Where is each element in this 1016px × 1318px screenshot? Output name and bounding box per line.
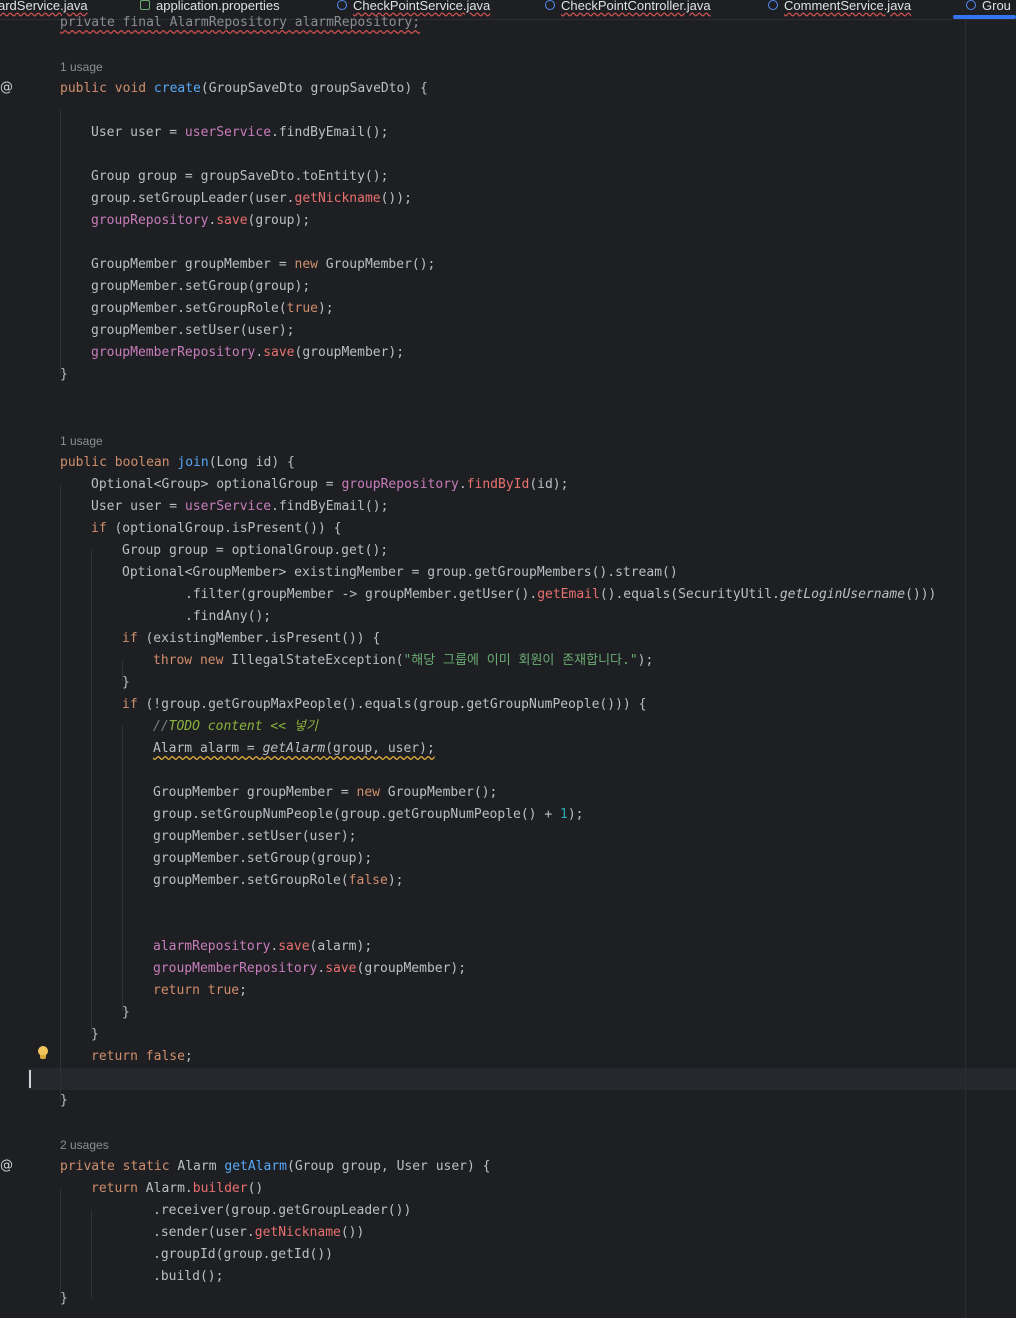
code-line: Group group = groupSaveDto.toEntity(); bbox=[91, 169, 389, 184]
tab-label: Grou bbox=[982, 0, 1011, 13]
usage-hint-join[interactable]: 1 usage bbox=[60, 432, 103, 450]
code-line: } bbox=[60, 1093, 68, 1108]
code-line: User user = userService.findByEmail(); bbox=[91, 499, 389, 514]
code-line: groupMember.setGroup(group); bbox=[153, 851, 373, 866]
tab-comment-service[interactable]: CommentService.java bbox=[768, 0, 911, 16]
code-line: if (!group.getGroupMaxPeople().equals(gr… bbox=[122, 697, 647, 712]
code-line: groupMemberRepository.save(groupMember); bbox=[153, 961, 467, 976]
code-line: Optional<Group> optionalGroup = groupRep… bbox=[91, 477, 569, 492]
code-line: if (existingMember.isPresent()) { bbox=[122, 631, 381, 646]
get-alarm-signature: private static Alarm getAlarm(Group grou… bbox=[60, 1159, 491, 1174]
code-line: groupMember.setUser(user); bbox=[91, 323, 295, 338]
code-line: .build(); bbox=[153, 1269, 224, 1284]
code-line: .findAny(); bbox=[185, 609, 272, 624]
code-line: .groupId(group.getId()) bbox=[153, 1247, 334, 1262]
code-line: groupMember.setUser(user); bbox=[153, 829, 357, 844]
code-line: GroupMember groupMember = new GroupMembe… bbox=[91, 257, 436, 272]
java-class-icon bbox=[768, 0, 778, 10]
code-line: } bbox=[122, 675, 130, 690]
code-line: groupMemberRepository.save(groupMember); bbox=[91, 345, 405, 360]
code-line: } bbox=[91, 1027, 99, 1042]
tab-label: ardService.java bbox=[0, 0, 88, 13]
indent-guide bbox=[91, 550, 92, 1034]
code-line: return true; bbox=[153, 983, 247, 998]
tab-label: application.properties bbox=[156, 0, 280, 13]
code-line: groupRepository.save(group); bbox=[91, 213, 311, 228]
code-line: .receiver(group.getGroupLeader()) bbox=[153, 1203, 412, 1218]
indent-guide bbox=[60, 484, 61, 1100]
code-line: GroupMember groupMember = new GroupMembe… bbox=[153, 785, 498, 800]
code-line: groupMember.setGroupRole(true); bbox=[91, 301, 334, 316]
code-line: .filter(groupMember -> groupMember.getUs… bbox=[185, 587, 937, 602]
code-line: if (optionalGroup.isPresent()) { bbox=[91, 521, 342, 536]
code-editor[interactable]: private final AlarmRepository alarmRepos… bbox=[0, 15, 1016, 1318]
java-class-icon bbox=[966, 0, 976, 10]
create-signature: public void create(GroupSaveDto groupSav… bbox=[60, 81, 428, 96]
code-line: groupMember.setGroupRole(false); bbox=[153, 873, 404, 888]
code-line: group.setGroupLeader(user.getNickname())… bbox=[91, 191, 412, 206]
code-line: alarmRepository.save(alarm); bbox=[153, 939, 373, 954]
usage-hint-create[interactable]: 1 usage bbox=[60, 58, 103, 76]
properties-file-icon bbox=[140, 0, 150, 10]
code-line: Group group = optionalGroup.get(); bbox=[122, 543, 389, 558]
code-line: } bbox=[60, 1291, 68, 1306]
code-line: throw new IllegalStateException("해당 그룹에 … bbox=[153, 653, 654, 668]
code-line: } bbox=[122, 1005, 130, 1020]
code-line: group.setGroupNumPeople(group.getGroupNu… bbox=[153, 807, 584, 822]
todo-comment: //TODO content << 넣기 bbox=[153, 719, 318, 734]
tab-label: CheckPointController.java bbox=[561, 0, 711, 13]
implements-marker-icon[interactable]: @ bbox=[0, 80, 13, 95]
code-line: return Alarm.builder() bbox=[91, 1181, 264, 1196]
code-line: .sender(user.getNickname()) bbox=[153, 1225, 365, 1240]
code-line: Optional<GroupMember> existingMember = g… bbox=[122, 565, 678, 580]
usage-hint-get-alarm[interactable]: 2 usages bbox=[60, 1136, 109, 1154]
active-tab-indicator bbox=[953, 15, 1016, 19]
java-class-icon bbox=[337, 0, 347, 10]
code-line: return false; bbox=[91, 1049, 193, 1064]
editor-gutter: @ @ bbox=[0, 20, 28, 1318]
field-declaration: private final AlarmRepository alarmRepos… bbox=[60, 15, 421, 30]
lightbulb-icon[interactable] bbox=[37, 1046, 49, 1060]
code-line: Alarm alarm = getAlarm(group, user); bbox=[153, 741, 435, 756]
indent-guide bbox=[60, 110, 61, 374]
code-line: groupMember.setGroup(group); bbox=[91, 279, 311, 294]
code-line: private final AlarmRepository alarmRepos… bbox=[60, 12, 420, 34]
indent-guide bbox=[60, 1188, 61, 1298]
tab-group-service[interactable]: Grou bbox=[966, 0, 1011, 16]
text-caret bbox=[29, 1070, 31, 1088]
java-class-icon bbox=[545, 0, 555, 10]
indent-guide bbox=[91, 1210, 92, 1298]
implements-marker-icon[interactable]: @ bbox=[0, 1158, 13, 1173]
join-signature: public boolean join(Long id) { bbox=[60, 455, 295, 470]
tab-checkpoint-controller[interactable]: CheckPointController.java bbox=[545, 0, 711, 16]
indent-guide bbox=[122, 726, 123, 1012]
code-line: } bbox=[60, 367, 68, 382]
tab-label: CommentService.java bbox=[784, 0, 912, 13]
code-line: User user = userService.findByEmail(); bbox=[91, 125, 389, 140]
tab-label: CheckPointService.java bbox=[353, 0, 491, 13]
